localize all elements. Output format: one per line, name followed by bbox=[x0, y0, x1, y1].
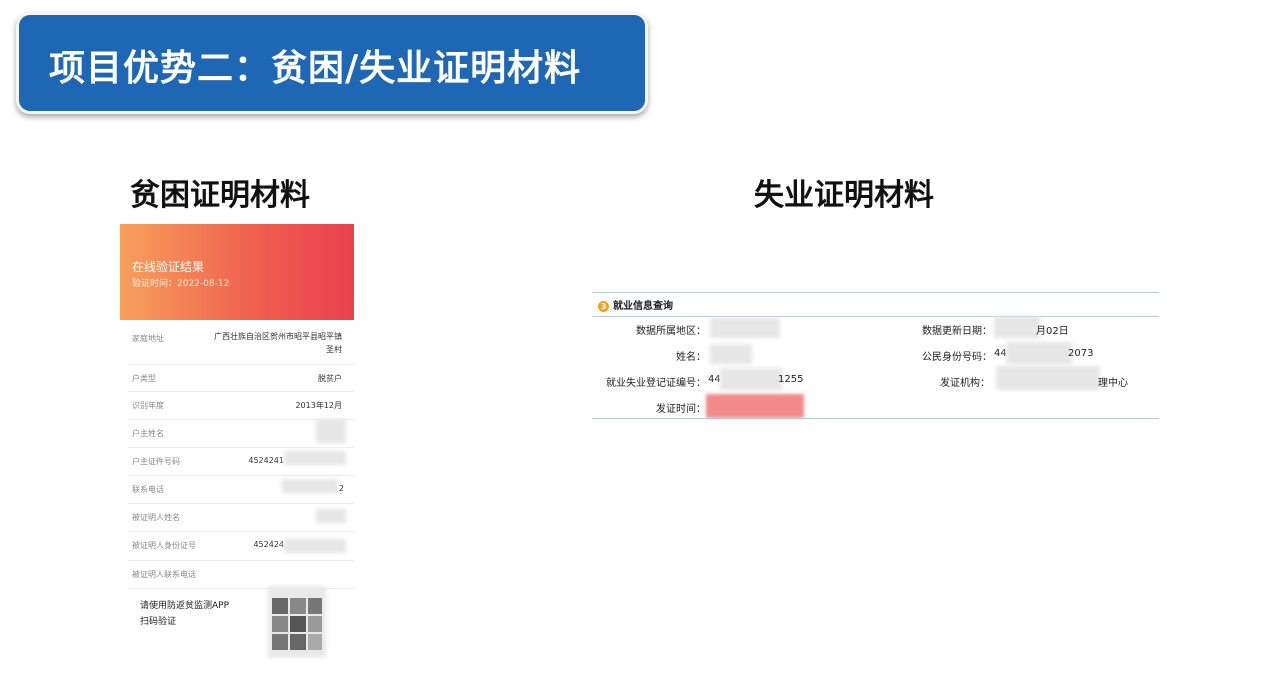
registration-number-value: 44 bbox=[708, 374, 721, 385]
panel-header-label: 就业信息查询 bbox=[613, 301, 673, 312]
unemployment-section-title: 失业证明材料 bbox=[754, 178, 934, 213]
poverty-section-title: 贫困证明材料 bbox=[130, 178, 310, 213]
title-banner: 项目优势二：贫困/失业证明材料 bbox=[16, 12, 648, 114]
row-label: 联系电话 bbox=[132, 485, 164, 494]
agency-label: 发证机构： bbox=[940, 378, 990, 389]
row-label: 家庭地址 bbox=[132, 334, 164, 343]
update-date-value: 月02日 bbox=[1036, 326, 1069, 337]
redacted-block bbox=[710, 318, 780, 338]
region-label: 数据所属地区： bbox=[636, 326, 706, 337]
redacted-block bbox=[316, 419, 346, 443]
redacted-block bbox=[720, 368, 782, 390]
row-label: 被证明人姓名 bbox=[132, 513, 180, 522]
row-householder-name: 户主姓名 bbox=[128, 419, 354, 448]
id-number-label: 公民身份号码： bbox=[922, 352, 992, 363]
row-certified-phone: 被证明人联系电话 bbox=[128, 560, 354, 589]
address-line1: 广西壮族自治区贺州市昭平县昭平镇 bbox=[214, 332, 342, 341]
redacted-block bbox=[706, 394, 804, 418]
redacted-block bbox=[284, 539, 346, 553]
redacted-block bbox=[1006, 342, 1072, 364]
row-value: 2 bbox=[338, 484, 344, 493]
row-value: 4524241 bbox=[248, 456, 284, 465]
redacted-block bbox=[284, 451, 346, 465]
qr-hint-line2: 扫码验证 bbox=[140, 617, 177, 627]
qr-hint: 请使用防返贫监测APP 扫码验证 bbox=[140, 598, 229, 630]
row-household-type: 户类型 脱贫户 bbox=[128, 364, 354, 392]
row-label: 识别年度 bbox=[132, 401, 164, 410]
step-number-icon: 3 bbox=[598, 300, 609, 312]
issue-time-label: 发证时间： bbox=[656, 404, 706, 415]
update-date-label: 数据更新日期： bbox=[922, 326, 992, 337]
employment-info-panel: 3 就业信息查询 数据所属地区： 姓名： 就业失业登记证编号： 44 1255 发… bbox=[592, 290, 1159, 422]
redacted-block bbox=[994, 316, 1040, 338]
row-label: 户主姓名 bbox=[132, 429, 164, 438]
poverty-certificate-card: 在线验证结果 验证时间：2022-08-12 家庭地址 广西壮族自治区贺州市昭平… bbox=[120, 224, 354, 660]
registration-number-label: 就业失业登记证编号： bbox=[606, 378, 706, 389]
row-label: 户类型 bbox=[132, 374, 156, 383]
card-header-title: 在线验证结果 bbox=[132, 260, 205, 274]
divider bbox=[592, 316, 1159, 317]
id-number-value: 44 bbox=[994, 348, 1007, 359]
row-label: 被证明人身份证号 bbox=[132, 541, 196, 550]
card-header-subtitle: 验证时间：2022-08-12 bbox=[132, 279, 230, 289]
registration-number-tail: 1255 bbox=[778, 374, 804, 385]
row-identify-year: 识别年度 2013年12月 bbox=[128, 391, 354, 420]
redacted-block bbox=[282, 479, 338, 493]
row-certified-id: 被证明人身份证号 452424 bbox=[128, 531, 354, 561]
qr-code-icon bbox=[262, 586, 332, 658]
panel-header: 3 就业信息查询 bbox=[598, 297, 673, 312]
row-label: 户主证件号码 bbox=[132, 457, 180, 466]
address-line2: 圣村 bbox=[326, 345, 342, 354]
row-value: 2013年12月 bbox=[295, 401, 342, 410]
id-number-tail: 2073 bbox=[1068, 348, 1094, 359]
page-title: 项目优势二：贫困/失业证明材料 bbox=[49, 48, 582, 89]
card-header: 在线验证结果 验证时间：2022-08-12 bbox=[120, 224, 354, 320]
row-certified-name: 被证明人姓名 bbox=[128, 503, 354, 532]
divider bbox=[592, 292, 1159, 293]
redacted-block bbox=[316, 509, 346, 523]
row-value: 广西壮族自治区贺州市昭平县昭平镇 圣村 bbox=[214, 330, 342, 356]
agency-value: 理中心 bbox=[1098, 378, 1128, 389]
redacted-block bbox=[996, 366, 1100, 390]
name-label: 姓名： bbox=[676, 352, 706, 363]
row-householder-id: 户主证件号码 4524241 bbox=[128, 447, 354, 476]
divider bbox=[592, 418, 1159, 419]
row-value: 452424 bbox=[253, 540, 284, 549]
qr-hint-line1: 请使用防返贫监测APP bbox=[140, 601, 230, 611]
redacted-block bbox=[710, 344, 752, 364]
row-phone: 联系电话 2 bbox=[128, 475, 354, 504]
row-value: 脱贫户 bbox=[318, 374, 342, 383]
row-address: 家庭地址 广西壮族自治区贺州市昭平县昭平镇 圣村 bbox=[128, 324, 354, 365]
row-label: 被证明人联系电话 bbox=[132, 570, 196, 579]
